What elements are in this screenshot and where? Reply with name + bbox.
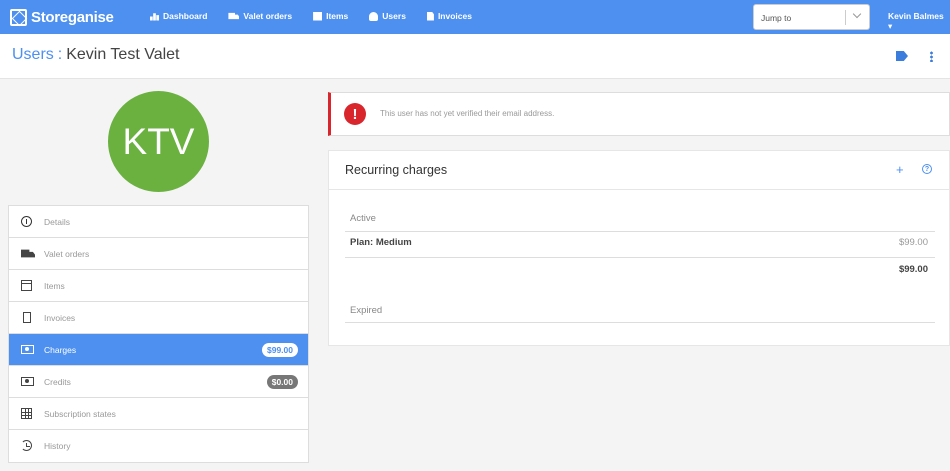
jump-to-placeholder: Jump to — [761, 13, 792, 23]
nav-items-label: Items — [326, 11, 349, 21]
nav-users[interactable]: Users — [369, 11, 406, 21]
archive-box-icon — [313, 11, 323, 21]
nav-valet-orders-label: Valet orders — [243, 11, 293, 21]
nav-dashboard[interactable]: Dashboard — [150, 11, 207, 21]
sidebar-item-label: Valet orders — [44, 249, 90, 259]
table-grid-icon — [21, 408, 32, 419]
brand-logo[interactable]: Storeganise — [10, 8, 114, 26]
expired-section-label: Expired — [350, 305, 383, 316]
exclamation-icon: ! — [344, 103, 366, 125]
truck-icon — [228, 12, 240, 20]
charges-total: $99.00 — [898, 264, 928, 275]
truck-icon — [21, 249, 35, 258]
nav-items[interactable]: Items — [313, 11, 348, 21]
avatar: KTV — [108, 91, 209, 192]
account-menu[interactable]: Kevin Balmes ▾ — [888, 11, 950, 32]
sidebar-item-subscription-states[interactable]: Subscription states — [9, 398, 308, 430]
recurring-charges-card: Recurring charges + ? Active Plan: Mediu… — [328, 150, 950, 346]
archive-box-icon — [21, 280, 32, 291]
sidebar-item-label: Subscription states — [44, 409, 116, 419]
divider — [345, 322, 935, 323]
card-header: Recurring charges + ? — [329, 151, 949, 190]
sidebar-item-label: Items — [44, 281, 65, 291]
nav-users-label: Users — [382, 11, 406, 21]
nav-invoices[interactable]: Invoices — [426, 11, 472, 21]
sidebar-item-label: Details — [44, 217, 70, 227]
sidebar-item-valet-orders[interactable]: Valet orders — [9, 238, 308, 270]
nav-valet-orders[interactable]: Valet orders — [228, 11, 292, 21]
credits-badge: $0.00 — [266, 375, 298, 389]
invoice-doc-icon — [23, 312, 31, 323]
sidebar-item-label: Charges — [44, 345, 77, 355]
divider — [345, 231, 935, 232]
sidebar-item-details[interactable]: Details — [9, 206, 308, 238]
charge-name[interactable]: Plan: Medium — [350, 237, 412, 248]
divider — [345, 257, 935, 258]
card-title: Recurring charges — [345, 163, 448, 177]
sidebar-item-credits[interactable]: Credits $0.00 — [9, 366, 308, 398]
charges-badge: $99.00 — [262, 343, 298, 357]
history-icon — [21, 440, 32, 451]
nav-dashboard-label: Dashboard — [163, 11, 208, 21]
sidebar-item-items[interactable]: Items — [9, 270, 308, 302]
storeganise-logo-icon — [10, 8, 27, 26]
money-icon — [21, 377, 34, 386]
nav-invoices-label: Invoices — [437, 11, 472, 21]
brand-name: Storeganise — [31, 8, 114, 26]
top-navbar: Storeganise Dashboard Valet orders Items… — [0, 0, 950, 34]
chevron-down-icon[interactable] — [852, 9, 862, 19]
sidebar-item-label: Invoices — [44, 313, 76, 323]
sidebar-item-label: Credits — [44, 377, 71, 387]
sidebar-item-charges[interactable]: Charges $99.00 — [9, 334, 308, 366]
help-icon[interactable]: ? — [922, 164, 932, 174]
page-title: Kevin Test Valet — [66, 46, 180, 63]
charge-price: $99.00 — [898, 237, 928, 248]
dashboard-icon — [150, 13, 159, 21]
sidebar-item-invoices[interactable]: Invoices — [9, 302, 308, 334]
page-header: Users: Kevin Test Valet — [0, 34, 950, 79]
email-unverified-alert: ! This user has not yet verified their e… — [328, 92, 950, 136]
sidebar-item-label: History — [44, 441, 71, 451]
tags-icon[interactable] — [896, 51, 908, 61]
document-icon — [426, 11, 434, 21]
money-icon — [21, 345, 34, 354]
add-charge-icon[interactable]: + — [896, 163, 904, 176]
info-circle-icon — [21, 216, 32, 227]
breadcrumb-separator: : — [57, 46, 63, 63]
breadcrumb: Users: Kevin Test Valet — [12, 46, 179, 64]
active-section-label: Active — [350, 213, 376, 224]
jump-to-select[interactable]: Jump to — [753, 4, 870, 30]
sidebar-item-history[interactable]: History — [9, 430, 308, 462]
main-nav: Dashboard Valet orders Items Users Invoi… — [150, 11, 493, 21]
alert-message: This user has not yet verified their ema… — [380, 109, 555, 118]
user-icon — [369, 11, 379, 21]
breadcrumb-users-link[interactable]: Users — [12, 46, 54, 63]
user-sidebar-menu: Details Valet orders Items Invoices Char… — [8, 205, 309, 463]
select-divider — [845, 10, 846, 25]
more-options-icon[interactable] — [930, 51, 933, 62]
